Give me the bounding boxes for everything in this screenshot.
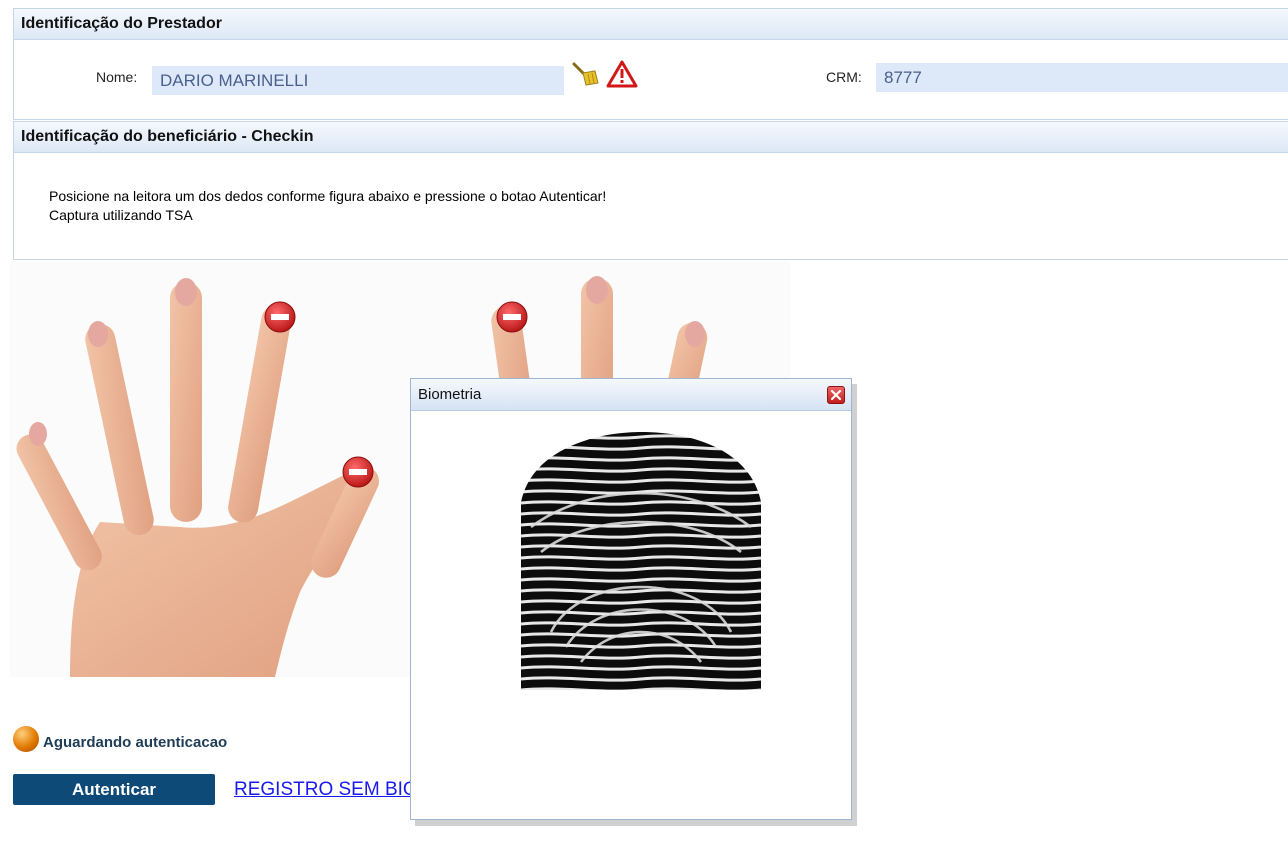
instruction-line-2: Captura utilizando TSA [49,207,193,223]
beneficiario-header: Identificação do beneficiário - Checkin [14,122,1288,153]
autenticar-button[interactable]: Autenticar [13,774,215,805]
warning-icon[interactable] [606,60,638,88]
broom-icon[interactable] [571,61,601,89]
nome-field[interactable]: DARIO MARINELLI [152,66,564,95]
instruction-line-1: Posicione na leitora um dos dedos confor… [49,188,607,204]
biometria-dialog-header: Biometria [411,379,851,411]
biometria-dialog-title: Biometria [418,386,482,403]
close-icon[interactable] [827,386,845,404]
fingerprint-image [521,432,761,690]
prestador-header: Identificação do Prestador [14,9,1288,40]
crm-label: CRM: [826,69,862,85]
status-indicator-icon [13,726,39,752]
crm-field[interactable]: 8777 [876,63,1288,92]
nome-label: Nome: [96,69,138,85]
beneficiario-panel: Identificação do beneficiário - Checkin … [13,121,1288,260]
biometria-dialog: Biometria [410,378,852,820]
status-text: Aguardando autenticacao [43,734,228,751]
